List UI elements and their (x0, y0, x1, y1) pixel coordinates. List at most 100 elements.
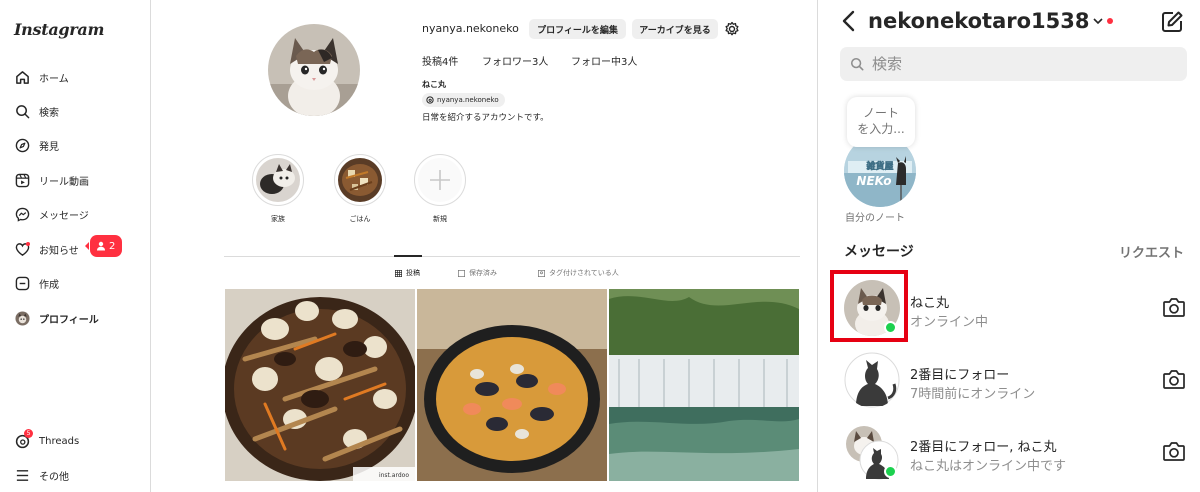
profile-bio: 日常を紹介するアカウントです。 (422, 113, 549, 123)
menu-icon (14, 467, 30, 483)
tab-posts[interactable]: 投稿 (395, 268, 420, 278)
sidebar-item-notifications[interactable]: お知らせ 2 (14, 235, 123, 260)
grid-icon (395, 269, 402, 277)
heart-icon (14, 241, 30, 257)
search-bar[interactable] (840, 47, 1187, 81)
search-icon (850, 57, 864, 71)
sidebar-item-profile[interactable]: プロフィール (14, 307, 99, 329)
edit-profile-button[interactable]: プロフィールを編集 (529, 19, 626, 39)
tab-tagged[interactable]: タグ付けされている人 (538, 268, 619, 278)
sidebar-item-label: リール動画 (39, 176, 89, 188)
profile-avatar[interactable] (268, 24, 360, 116)
sidebar-item-search[interactable]: 検索 (14, 100, 59, 122)
svg-text:雑貨屋: 雑貨屋 (865, 160, 893, 172)
threads-badge: 5 (24, 429, 33, 438)
chevron-down-icon[interactable] (1093, 17, 1104, 25)
threads-icon (426, 96, 434, 104)
profile-page: nyanya.nekoneko プロフィールを編集 アーカイブを見る 投稿4件 … (152, 0, 816, 492)
sidebar-item-label: その他 (39, 471, 69, 483)
sidebar-item-create[interactable]: 作成 (14, 272, 59, 294)
conversation-status: オンライン中 (910, 315, 989, 330)
sidebar-item-label: メッセージ (39, 210, 89, 222)
conversation-name: ねこ丸 (910, 296, 950, 311)
notification-badge: 2 (84, 235, 123, 257)
display-name: ねこ丸 (422, 80, 446, 89)
reels-icon (14, 172, 30, 188)
sidebar-item-more[interactable]: その他 (14, 464, 69, 486)
gear-icon[interactable] (724, 21, 740, 41)
sidebar-item-messages[interactable]: メッセージ (14, 203, 89, 225)
compose-icon[interactable] (1160, 10, 1184, 38)
camera-icon[interactable] (1162, 296, 1186, 322)
highlight-label: ごはん (349, 215, 371, 223)
compass-icon (14, 137, 30, 153)
requests-link[interactable]: リクエスト (1119, 242, 1184, 261)
bookmark-icon (458, 269, 465, 277)
posts-count: 投稿4件 (422, 57, 459, 68)
followers-link[interactable]: フォロワー3人 (482, 53, 548, 68)
highlight-food[interactable]: ごはん (332, 154, 388, 224)
sidebar-item-label: プロフィール (39, 314, 99, 326)
sidebar-item-home[interactable]: ホーム (14, 66, 69, 88)
messages-section-title: メッセージ (844, 244, 914, 260)
plus-icon (430, 170, 450, 190)
sidebar-item-label: 検索 (39, 107, 59, 119)
sidebar-item-reels[interactable]: リール動画 (14, 169, 89, 191)
conversation-status: 7時間前にオンライン (910, 387, 1036, 402)
unread-dot (1107, 18, 1114, 24)
account-switcher[interactable]: nekonekotaro1538 (868, 9, 1089, 33)
tab-label: 保存済み (469, 269, 497, 277)
user-icon (97, 241, 105, 251)
search-icon (14, 103, 30, 119)
post-thumbnail[interactable] (609, 289, 799, 481)
tab-saved[interactable]: 保存済み (458, 268, 497, 278)
messages-panel: nekonekotaro1538 ノート を入力... 雑貨屋 NEKo (817, 0, 1200, 492)
note-placeholder-line2: を入力... (857, 122, 905, 136)
my-note-label: 自分のノート (845, 213, 905, 224)
divider (224, 256, 800, 257)
highlight-box (830, 270, 908, 342)
following-link[interactable]: フォロー中3人 (571, 53, 637, 68)
note-placeholder-line1: ノート (862, 106, 899, 120)
conversation-name: 2番目にフォロー, ねこ丸 (910, 440, 1057, 455)
sidebar-item-label: 作成 (39, 279, 59, 291)
messenger-icon (14, 206, 30, 222)
post-thumbnail[interactable]: inst.ardoo (225, 289, 415, 481)
active-tab-indicator (394, 255, 422, 257)
back-icon[interactable] (842, 10, 856, 32)
sidebar-item-explore[interactable]: 発見 (14, 134, 59, 156)
instagram-screen: Instagram ホーム 検索 発見 リール動画 メッセージ お知らせ 2 作… (0, 0, 1200, 492)
highlight-label: 新規 (433, 215, 447, 223)
threads-icon: 5 (14, 429, 33, 449)
profile-username: nyanya.nekoneko (422, 22, 519, 35)
home-icon (14, 69, 30, 85)
conversation-status: ねこ丸はオンライン中です (910, 459, 1067, 474)
camera-icon[interactable] (1162, 368, 1186, 394)
tab-label: 投稿 (406, 269, 420, 277)
search-input[interactable] (872, 55, 1152, 73)
camera-icon[interactable] (1162, 440, 1186, 466)
profile-avatar (14, 310, 30, 326)
highlight-new[interactable]: 新規 (412, 154, 468, 224)
online-indicator (884, 465, 897, 478)
conversation-item[interactable]: 2番目にフォロー 7時間前にオンライン (840, 352, 1190, 412)
sidebar-item-label: Threads (39, 435, 80, 447)
dm-header: nekonekotaro1538 (842, 9, 1114, 33)
sidebar-item-label: お知らせ (39, 245, 79, 257)
instagram-logo[interactable]: Instagram (14, 20, 104, 39)
threads-badge-link[interactable]: nyanya.nekoneko (422, 93, 505, 107)
conversation-item[interactable]: 2番目にフォロー, ねこ丸 ねこ丸はオンライン中です (840, 424, 1190, 484)
view-archive-button[interactable]: アーカイブを見る (632, 19, 718, 39)
avatar (844, 352, 900, 408)
notification-count: 2 (109, 240, 116, 252)
sidebar: Instagram ホーム 検索 発見 リール動画 メッセージ お知らせ 2 作… (0, 0, 151, 492)
note-input-bubble[interactable]: ノート を入力... (847, 97, 915, 147)
highlight-family[interactable]: 家族 (250, 154, 306, 224)
tab-label: タグ付けされている人 (549, 269, 619, 277)
post-caption: inst.ardoo (378, 472, 409, 479)
post-thumbnail[interactable] (417, 289, 607, 481)
conversation-name: 2番目にフォロー (910, 368, 1010, 383)
highlight-label: 家族 (271, 215, 285, 223)
sidebar-item-threads[interactable]: 5 Threads (14, 429, 80, 452)
threads-handle: nyanya.nekoneko (437, 96, 499, 104)
